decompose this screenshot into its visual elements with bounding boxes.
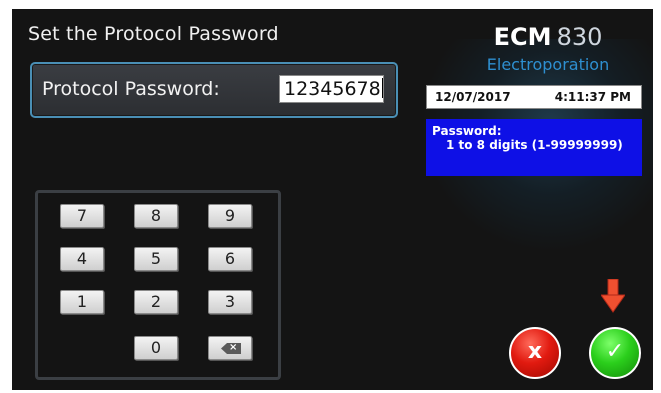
brand-logo: ECM 830	[448, 23, 648, 51]
time-text: 4:11:37 PM	[554, 90, 631, 104]
brand-name: ECM	[493, 23, 552, 51]
key-6[interactable]: 6	[208, 247, 252, 271]
date-text: 12/07/2017	[435, 90, 511, 104]
numeric-keypad: 7 8 9 4 5 6 1 2 3 0 ×	[35, 190, 281, 380]
text-caret	[381, 78, 383, 98]
key-7[interactable]: 7	[60, 204, 104, 228]
brand-subtitle: Electroporation	[486, 55, 610, 74]
down-arrow-hint-icon	[601, 279, 625, 313]
password-field-row: Protocol Password: 12345678	[30, 62, 398, 118]
backspace-x-glyph: ×	[229, 342, 238, 353]
datetime-display: 12/07/2017 4:11:37 PM	[426, 85, 642, 109]
key-1[interactable]: 1	[60, 290, 104, 314]
backspace-key[interactable]: ×	[208, 336, 252, 360]
brand-model: 830	[556, 23, 603, 51]
confirm-button[interactable]: ✓	[589, 327, 641, 379]
info-title: Password:	[432, 124, 502, 138]
close-icon: x	[527, 339, 543, 364]
page-title: Set the Protocol Password	[28, 23, 279, 45]
key-0[interactable]: 0	[134, 336, 178, 360]
info-detail: 1 to 8 digits (1-99999999)	[446, 138, 623, 152]
password-input[interactable]: 12345678	[279, 75, 384, 103]
key-2[interactable]: 2	[134, 290, 178, 314]
key-4[interactable]: 4	[60, 247, 104, 271]
checkmark-icon: ✓	[605, 339, 625, 364]
key-3[interactable]: 3	[208, 290, 252, 314]
key-8[interactable]: 8	[134, 204, 178, 228]
key-5[interactable]: 5	[134, 247, 178, 271]
password-value: 12345678	[284, 78, 381, 100]
device-screen: Set the Protocol Password Protocol Passw…	[12, 9, 653, 390]
cancel-button[interactable]: x	[509, 327, 561, 379]
password-info-box: Password: 1 to 8 digits (1-99999999)	[426, 119, 642, 176]
key-9[interactable]: 9	[208, 204, 252, 228]
password-label: Protocol Password:	[42, 78, 220, 100]
